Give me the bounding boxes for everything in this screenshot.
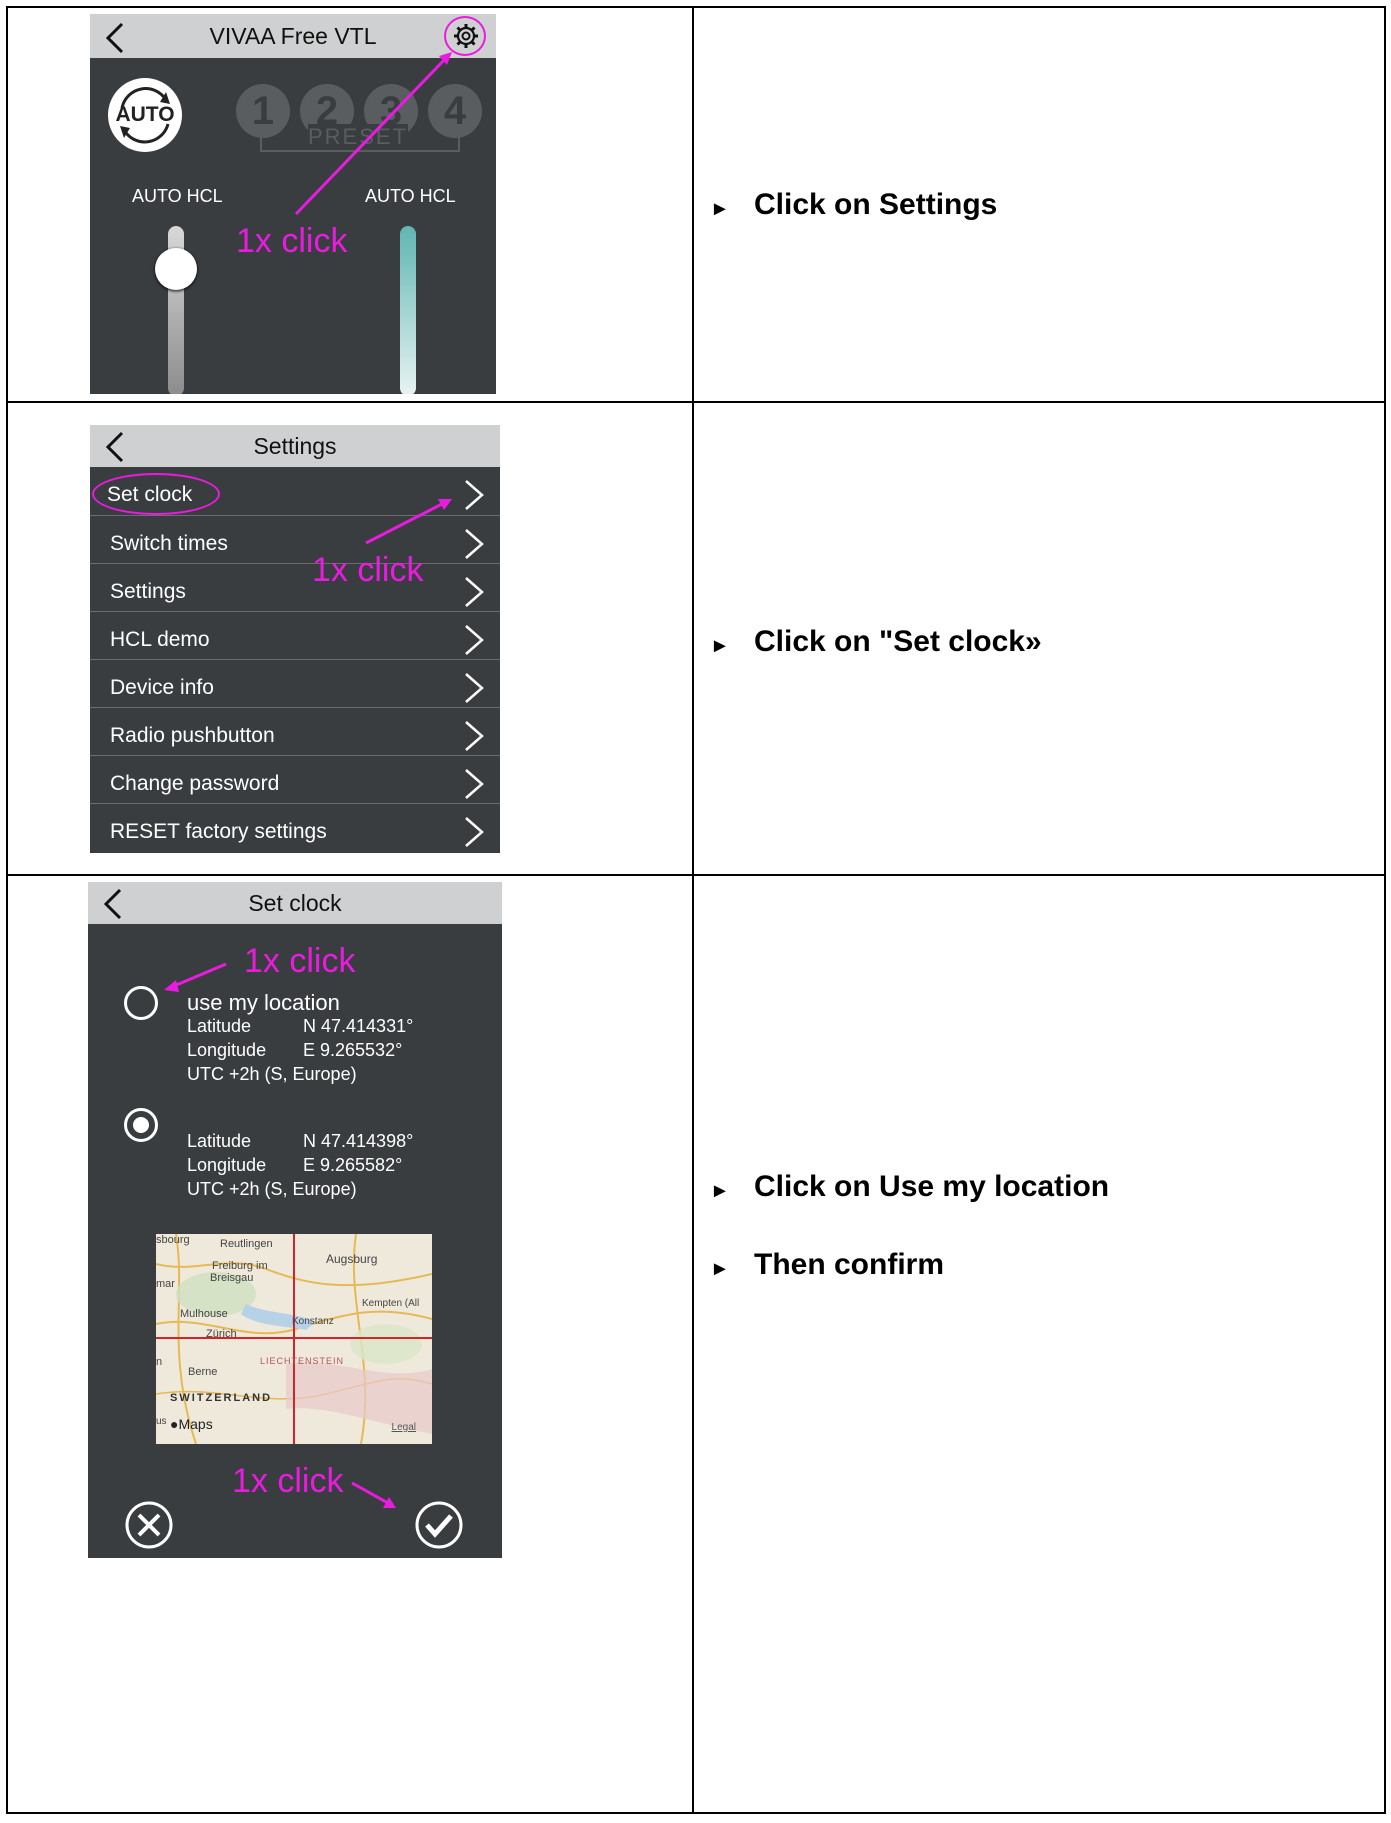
map-place-label: Augsburg [326, 1252, 378, 1266]
latitude-label: Latitude [187, 1131, 252, 1151]
timezone-text: UTC +2h (S, Europe) [187, 1064, 357, 1084]
radio-selected-dot [133, 1117, 149, 1133]
click-annotation: 1x click [236, 222, 348, 260]
step-row-1: VIVAA Free VTL AUTO 1 2 3 4 PRESET AUTO … [6, 6, 1386, 403]
click-annotation-bottom: 1x click [232, 1462, 344, 1500]
map-legal-link[interactable]: Legal [392, 1422, 416, 1433]
map-place-label: us [156, 1416, 167, 1427]
set-clock-screen: Set clock 1x click use my location Latit… [88, 882, 502, 1558]
step-1-screenshot-cell: VIVAA Free VTL AUTO 1 2 3 4 PRESET AUTO … [6, 6, 694, 403]
map-place-label: Breisgau [210, 1272, 254, 1284]
instruction-text: Click on "Set clock» [754, 625, 1042, 658]
maps-brand: ●Maps [170, 1416, 213, 1432]
map-place-label: Mulhouse [180, 1308, 228, 1320]
annotation-arrows-icon [164, 962, 396, 1508]
instruction-text: Click on Settings [754, 188, 998, 221]
bullet-icon: ► [710, 635, 730, 657]
map-place-label: Kempten (All [362, 1298, 420, 1309]
settings-screen: Settings Set clock Switch times Settings… [90, 425, 500, 853]
map-place-label: Freiburg im [212, 1260, 268, 1272]
step-3-screenshot-cell: Set clock 1x click use my location Latit… [6, 874, 694, 1814]
map-place-label: n [156, 1356, 163, 1368]
main-screen: VIVAA Free VTL AUTO 1 2 3 4 PRESET AUTO … [90, 14, 496, 394]
latitude-value: N 47.414331° [303, 1016, 414, 1036]
use-my-location-label: use my location [187, 990, 340, 1015]
step-3-instruction-cell: ► Click on Use my location ► Then confir… [692, 874, 1386, 1814]
annotation-arrow-icon [294, 52, 452, 216]
step-2-instruction-cell: ► Click on "Set clock» [692, 401, 1386, 876]
bullet-icon: ► [710, 1180, 730, 1202]
use-my-location-radio[interactable] [124, 986, 158, 1020]
cancel-button[interactable] [124, 1500, 174, 1550]
manual-location-radio[interactable] [124, 1108, 158, 1142]
longitude-value: E 9.265532° [303, 1040, 403, 1060]
annotation-arrow-icon [365, 499, 452, 545]
map-place-label: Konstanz [292, 1316, 334, 1327]
click-annotation: 1x click [312, 551, 424, 589]
bullet-icon: ► [710, 1258, 730, 1280]
map-terrain-icon [156, 1234, 432, 1444]
instruction-text: Then confirm [754, 1248, 945, 1281]
location-map[interactable]: sbourg Reutlingen Augsburg Freiburg im B… [156, 1234, 432, 1444]
step-1-instruction-cell: ► Click on Settings [692, 6, 1386, 403]
bullet-icon: ► [710, 198, 730, 220]
longitude-label: Longitude [187, 1040, 267, 1060]
maps-brand-label: Maps [178, 1416, 213, 1432]
map-place-label: sbourg [156, 1234, 190, 1246]
map-place-label: Zürich [206, 1328, 237, 1340]
instruction-text: Click on Use my location [754, 1170, 1110, 1203]
map-place-label: SWITZERLAND [170, 1392, 273, 1404]
confirm-button[interactable] [414, 1500, 464, 1550]
map-place-label: LIECHTENSTEIN [260, 1356, 345, 1366]
step-2-screenshot-cell: Settings Set clock Switch times Settings… [6, 401, 694, 876]
longitude-label: Longitude [187, 1155, 267, 1175]
latitude-value: N 47.414398° [303, 1131, 414, 1151]
longitude-value: E 9.265582° [303, 1155, 403, 1175]
map-place-label: Berne [188, 1366, 218, 1378]
step-row-2: Settings Set clock Switch times Settings… [6, 401, 1386, 876]
step-row-3: Set clock 1x click use my location Latit… [6, 874, 1386, 1814]
map-place-label: mar [156, 1278, 175, 1290]
timezone-text: UTC +2h (S, Europe) [187, 1179, 357, 1199]
map-place-label: Reutlingen [220, 1238, 273, 1250]
latitude-label: Latitude [187, 1016, 252, 1036]
instruction-table: VIVAA Free VTL AUTO 1 2 3 4 PRESET AUTO … [6, 6, 1386, 1814]
